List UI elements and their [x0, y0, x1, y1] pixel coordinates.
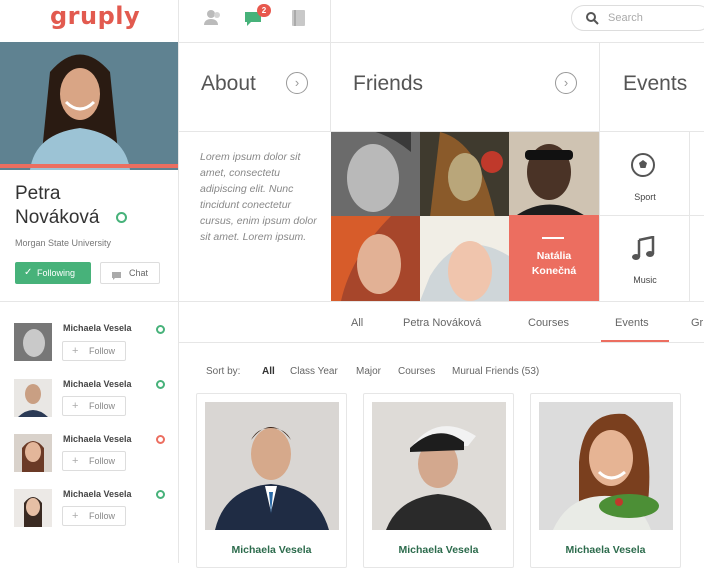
- friend-photo[interactable]: [331, 132, 420, 217]
- friend-photo[interactable]: [420, 216, 509, 301]
- person-photo: [539, 402, 673, 530]
- chat-icon: [111, 268, 122, 288]
- friend-photo[interactable]: [331, 216, 420, 301]
- tab-events[interactable]: Events: [615, 317, 649, 329]
- suggestion-name[interactable]: Michaela Vesela: [63, 434, 132, 444]
- status-dot: [156, 380, 165, 389]
- search-placeholder: Search: [608, 12, 643, 24]
- search-icon: [585, 11, 599, 30]
- search-input[interactable]: Search: [571, 5, 704, 31]
- about-text: Lorem ipsum dolor sit amet, consectetu a…: [200, 151, 317, 243]
- person-photo: [372, 402, 506, 530]
- app-logo[interactable]: gruply: [50, 2, 140, 30]
- profile-university: Morgan State University: [15, 238, 112, 248]
- follow-button[interactable]: + Follow: [62, 396, 126, 416]
- friends-arrow-icon[interactable]: ›: [555, 72, 577, 94]
- person-name[interactable]: Michaela Vesela: [364, 544, 513, 556]
- suggestion-avatar[interactable]: [14, 434, 52, 472]
- featured-friend-tile[interactable]: Natália Konečná: [509, 215, 599, 301]
- tab-courses[interactable]: Courses: [528, 317, 569, 329]
- person-name[interactable]: Michaela Vesela: [531, 544, 680, 556]
- sort-option-all[interactable]: All: [262, 366, 275, 377]
- suggestion-avatar[interactable]: [14, 323, 52, 361]
- status-dot: [156, 325, 165, 334]
- people-icon[interactable]: [203, 8, 223, 28]
- chat-button[interactable]: Chat: [100, 262, 160, 284]
- active-tab-indicator: [601, 340, 669, 342]
- profile-photo: [0, 42, 178, 170]
- about-arrow-icon[interactable]: ›: [286, 72, 308, 94]
- soccer-ball-icon[interactable]: [630, 152, 656, 183]
- tab-all[interactable]: All: [351, 317, 363, 329]
- music-note-icon[interactable]: [632, 235, 656, 267]
- sort-label: Sort by:: [206, 366, 241, 377]
- online-status-dot: [116, 212, 127, 223]
- friend-photo[interactable]: [509, 132, 599, 217]
- person-card[interactable]: Michaela Vesela: [363, 393, 514, 568]
- suggestion-name[interactable]: Michaela Vesela: [63, 489, 132, 499]
- sort-option-courses[interactable]: Courses: [398, 366, 435, 377]
- suggestion-avatar[interactable]: [14, 379, 52, 417]
- sort-option-mutual-friends[interactable]: Murual Friends (53): [452, 366, 539, 377]
- notification-badge: 2: [257, 4, 271, 17]
- person-photo: [205, 402, 339, 530]
- follow-button[interactable]: + Follow: [62, 451, 126, 471]
- events-title: Events: [623, 72, 688, 95]
- tab-petra-novakova[interactable]: Petra Nováková: [403, 317, 481, 329]
- status-dot: [156, 490, 165, 499]
- sort-option-major[interactable]: Major: [356, 366, 381, 377]
- tile-divider: [542, 237, 564, 239]
- sort-option-class-year[interactable]: Class Year: [290, 366, 338, 377]
- suggestion-name[interactable]: Michaela Vesela: [63, 323, 132, 333]
- follow-button[interactable]: + Follow: [62, 341, 126, 361]
- following-button[interactable]: ✓ Following: [15, 262, 91, 284]
- event-category-sport[interactable]: Sport: [600, 192, 690, 202]
- friend-photo[interactable]: [420, 132, 509, 217]
- person-name[interactable]: Michaela Vesela: [197, 544, 346, 556]
- event-category-music[interactable]: Music: [600, 275, 690, 285]
- about-title: About: [201, 72, 256, 95]
- friends-title: Friends: [353, 72, 424, 95]
- follow-button[interactable]: + Follow: [62, 506, 126, 526]
- book-icon[interactable]: [289, 8, 309, 28]
- profile-name: Petra Nováková: [15, 183, 100, 228]
- status-dot: [156, 435, 165, 444]
- person-card[interactable]: Michaela Vesela: [196, 393, 347, 568]
- check-icon: ✓: [24, 267, 33, 278]
- tab-groups[interactable]: Gr: [691, 317, 703, 329]
- suggestion-avatar[interactable]: [14, 489, 52, 527]
- suggestion-name[interactable]: Michaela Vesela: [63, 379, 132, 389]
- person-card[interactable]: Michaela Vesela: [530, 393, 681, 568]
